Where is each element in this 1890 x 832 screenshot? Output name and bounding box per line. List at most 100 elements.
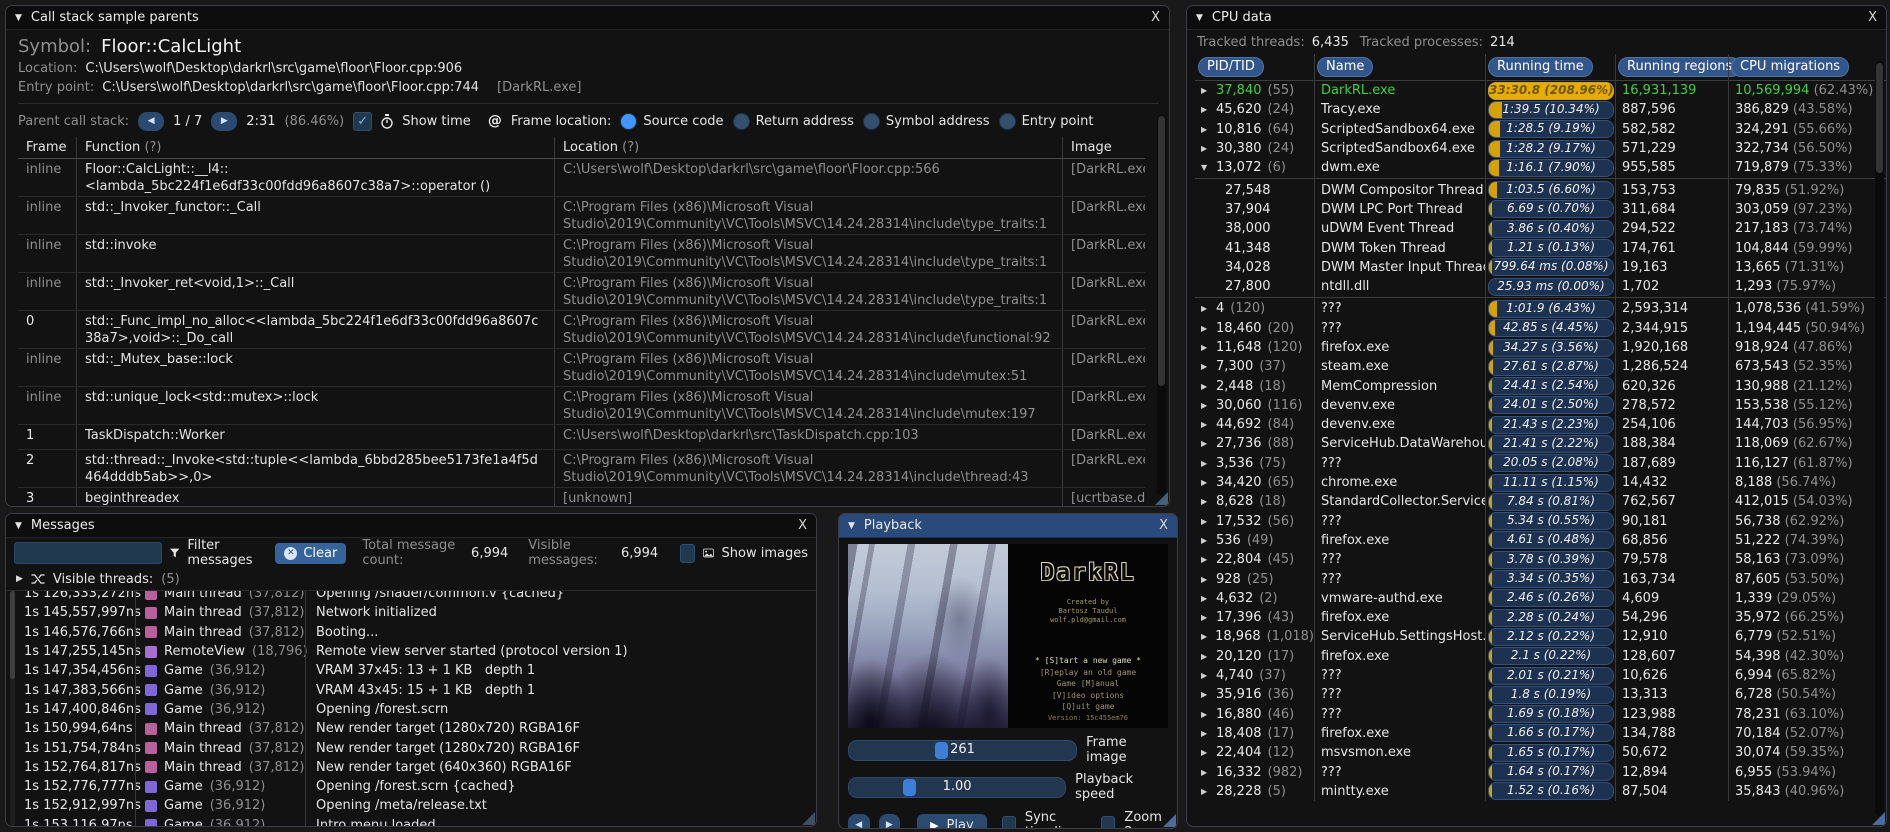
sync-timeline-checkbox[interactable] <box>1001 815 1016 828</box>
collapse-icon[interactable]: ▼ <box>15 13 22 23</box>
cpu-row[interactable]: ▶ 28,228 (5) mintty.exe 1.52 s (0.16%) 87,504… <box>1195 782 1886 801</box>
message-row[interactable]: 1s 126,333,272ns Main thread (37,812) Openi… <box>6 591 816 603</box>
cpu-row[interactable]: ▶ 4 (120)??? 1:01.9 (6.43%) 2,593,314 1,078,5… <box>1195 299 1886 318</box>
close-icon[interactable]: X <box>1151 11 1160 24</box>
message-row[interactable]: 1s 147,255,145ns RemoteView (18,796) Remote… <box>6 642 816 661</box>
expand-icon[interactable]: ▶ <box>1201 652 1210 661</box>
expand-icon[interactable]: ▶ <box>1201 536 1210 545</box>
expand-icon[interactable]: ▶ <box>1201 729 1210 738</box>
callstack-row[interactable]: inline std::_Invoker_ret<void,1>::_Call C:… <box>18 273 1145 311</box>
message-row[interactable]: 1s 152,912,997ns Game (36,912) Opening /met… <box>6 796 816 815</box>
cpu-row[interactable]: ▶ 44,692 (84) devenv.exe 21.43 s (2.23%) 254,… <box>1195 415 1886 434</box>
message-row[interactable]: 1s 146,576,766ns Main thread (37,812) Booti… <box>6 623 816 642</box>
expand-icon[interactable]: ▶ <box>1201 671 1210 680</box>
frame-location-radio-entry-point[interactable]: Entry point <box>998 112 1093 130</box>
cpu-row[interactable]: ▶ 18,460 (20)??? 42.85 s (4.45%) 2,344,915 1,… <box>1195 319 1886 338</box>
playback-titlebar[interactable]: ▼ Playback X <box>839 514 1177 538</box>
cpu-row[interactable]: 34,028 DWM Master Input Thread 799.64 ms (… <box>1195 258 1886 277</box>
expand-icon[interactable]: ▶ <box>1201 420 1210 429</box>
cpu-row[interactable]: 27,548 DWM Compositor Thread 1:03.5 (6.60%… <box>1195 180 1886 200</box>
callstack-titlebar[interactable]: ▼ Call stack sample parents X <box>6 6 1169 30</box>
radio-icon[interactable] <box>620 112 638 130</box>
cpu-column-header-name[interactable]: Name <box>1314 57 1485 77</box>
expand-icon[interactable]: ▶ <box>1201 459 1210 468</box>
messages-titlebar[interactable]: ▼ Messages X <box>6 514 816 538</box>
header-pill[interactable]: Name <box>1317 57 1374 77</box>
callstack-scrollbar[interactable] <box>1157 114 1166 496</box>
expand-icon[interactable]: ▶ <box>1201 362 1210 371</box>
close-icon[interactable]: X <box>1159 519 1168 532</box>
cpu-row[interactable]: ▶ 34,420 (65) chrome.exe 11.11 s (1.15%) 14,4… <box>1195 473 1886 492</box>
cpu-row[interactable]: ▶ 20,120 (17) firefox.exe 2.1 s (0.22%) 128,6… <box>1195 647 1886 666</box>
cpu-row[interactable]: ▶ 4,740 (37)??? 2.01 s (0.21%) 10,626 6,994 (… <box>1195 666 1886 685</box>
cpu-row[interactable]: 38,000 uDWM Event Thread 3.86 s (0.40%) 294… <box>1195 219 1886 238</box>
cpu-row[interactable]: ▶ 35,916 (36)??? 1.8 s (0.19%) 13,313 6,728 (… <box>1195 685 1886 704</box>
cpu-row[interactable]: ▶ 30,060 (116) devenv.exe 24.01 s (2.50%) 278… <box>1195 396 1886 415</box>
cpu-row[interactable]: ▶ 18,408 (17) firefox.exe 1.66 s (0.17%) 134,… <box>1195 724 1886 743</box>
expand-icon[interactable]: ▶ <box>1201 517 1210 526</box>
show-time-checkbox[interactable]: ✓ <box>353 111 373 131</box>
expand-icon[interactable]: ▶ <box>1201 401 1210 410</box>
cpu-row[interactable]: ▶ 16,880 (46)??? 1.69 s (0.18%) 123,988 78,23… <box>1195 705 1886 724</box>
message-row[interactable]: 1s 147,383,566ns Game (36,912) VRAM 43x45: … <box>6 680 816 699</box>
cpu-column-header-running-regions[interactable]: Running regions <box>1615 57 1742 77</box>
expand-icon[interactable]: ▶ <box>1201 632 1209 641</box>
message-row[interactable]: 1s 152,764,817ns Main thread (37,812) New r… <box>6 758 816 777</box>
expand-icon[interactable]: ▶ <box>1201 748 1210 757</box>
frame-location-radio-source-code[interactable]: Source code <box>620 112 724 130</box>
cpu-row[interactable]: ▶ 10,816 (64) ScriptedSandbox64.exe 1:28.5 (… <box>1195 120 1886 139</box>
collapse-icon[interactable]: ▼ <box>15 521 22 531</box>
expand-icon[interactable]: ▶ <box>1201 787 1210 796</box>
callstack-row[interactable]: inline std::unique_lock<std::mutex>::lock… <box>18 387 1145 425</box>
cpu-row[interactable]: 27,800 ntdll.dll 25.93 ms (0.00%) 1,702 1,29… <box>1195 277 1886 296</box>
header-pill[interactable]: Running time <box>1488 57 1593 77</box>
expand-icon[interactable]: ▶ <box>1201 105 1210 114</box>
cpu-column-header-cpu-migrations[interactable]: CPU migrations <box>1728 57 1886 77</box>
expand-icon[interactable]: ▶ <box>1201 613 1210 622</box>
callstack-row[interactable]: 0 std::_Func_impl_no_alloc<<lambda_5bc224… <box>18 311 1145 349</box>
cpu-titlebar[interactable]: ▼ CPU data X <box>1187 6 1886 30</box>
callstack-row[interactable]: 2 std::thread::_Invoke<std::tuple<<lambda… <box>18 450 1145 488</box>
close-icon[interactable]: X <box>1868 11 1877 24</box>
cpu-row[interactable]: ▶ 7,300 (37) steam.exe 27.61 s (2.87%) 1,286,… <box>1195 357 1886 376</box>
show-images-checkbox[interactable] <box>680 543 695 563</box>
clear-button[interactable]: ✕ Clear <box>275 542 347 564</box>
cpu-row[interactable]: ▶ 37,840 (55) DarkRL.exe 33:30.8 (208.96%) 16… <box>1195 81 1886 100</box>
speed-slider[interactable]: 1.00 <box>848 776 1067 798</box>
callstack-row[interactable]: 1 TaskDispatch::Worker C:\Users\wolf\Deskt… <box>18 425 1145 450</box>
filter-input[interactable] <box>14 542 162 564</box>
cpu-row[interactable]: ▶ 17,532 (56)??? 5.34 s (0.55%) 90,181 56,738… <box>1195 512 1886 531</box>
expand-icon[interactable]: ▶ <box>1201 690 1210 699</box>
next-frame-button[interactable]: ▶ <box>878 814 901 828</box>
header-pill[interactable]: PID/TID <box>1198 57 1264 77</box>
expand-icon[interactable]: ▶ <box>1201 86 1210 95</box>
visible-threads-row[interactable]: ▶ Visible threads: (5) <box>6 568 816 591</box>
message-row[interactable]: 1s 150,994,64ns Main thread (37,812) New re… <box>6 719 816 738</box>
zoom-2x-checkbox[interactable] <box>1101 815 1116 828</box>
prev-frame-button[interactable]: ◀ <box>848 814 870 828</box>
expand-icon[interactable]: ▶ <box>1201 478 1210 487</box>
collapse-icon[interactable]: ▼ <box>848 521 855 531</box>
expand-icon[interactable]: ▶ <box>1201 144 1210 153</box>
callstack-row[interactable]: inline std::_Invoker_functor::_Call C:\Pro… <box>18 197 1145 235</box>
expand-icon[interactable]: ▶ <box>1201 768 1210 777</box>
collapse-icon[interactable]: ▼ <box>1196 13 1203 23</box>
resize-grip[interactable] <box>802 812 815 825</box>
cpu-row[interactable]: ▶ 22,404 (12) msvsmon.exe 1.65 s (0.17%) 50,6… <box>1195 743 1886 762</box>
expand-icon[interactable]: ▶ <box>16 574 23 584</box>
resize-grip[interactable] <box>1163 814 1176 827</box>
message-row[interactable]: 1s 145,557,997ns Main thread (37,812) Netwo… <box>6 603 816 622</box>
cpu-row[interactable]: ▶ 2,448 (18) MemCompression 24.41 s (2.54%) 6… <box>1195 376 1886 396</box>
frame-location-radio-symbol-address[interactable]: Symbol address <box>862 112 990 130</box>
message-row[interactable]: 1s 153,116,97ns Game (36,912) Intro menu lo… <box>6 816 816 826</box>
cpu-row[interactable]: ▶ 4,632 (2) vmware-authd.exe 2.46 s (0.26%) 4… <box>1195 589 1886 608</box>
cpu-row[interactable]: ▶ 536 (49) firefox.exe 4.61 s (0.48%) 68,856 5… <box>1195 531 1886 550</box>
cpu-row[interactable]: 41,348 DWM Token Thread 1.21 s (0.13%) 174,… <box>1195 238 1886 258</box>
callstack-row[interactable]: 3 beginthreadex[unknown][ucrtbase.dll] <box>18 488 1145 506</box>
cpu-row[interactable]: ▶ 30,380 (24) ScriptedSandbox64.exe 1:28.2 (… <box>1195 139 1886 158</box>
cpu-row[interactable]: ▶ 22,804 (45)??? 3.78 s (0.39%) 79,578 58,163… <box>1195 550 1886 569</box>
frame-location-radio-return-address[interactable]: Return address <box>732 112 854 130</box>
cpu-row[interactable]: ▶ 16,332 (982)??? 1.64 s (0.17%) 12,894 6,955… <box>1195 762 1886 782</box>
cpu-column-header-running-time[interactable]: Running time <box>1485 57 1615 77</box>
expand-icon[interactable]: ▶ <box>1201 304 1210 313</box>
